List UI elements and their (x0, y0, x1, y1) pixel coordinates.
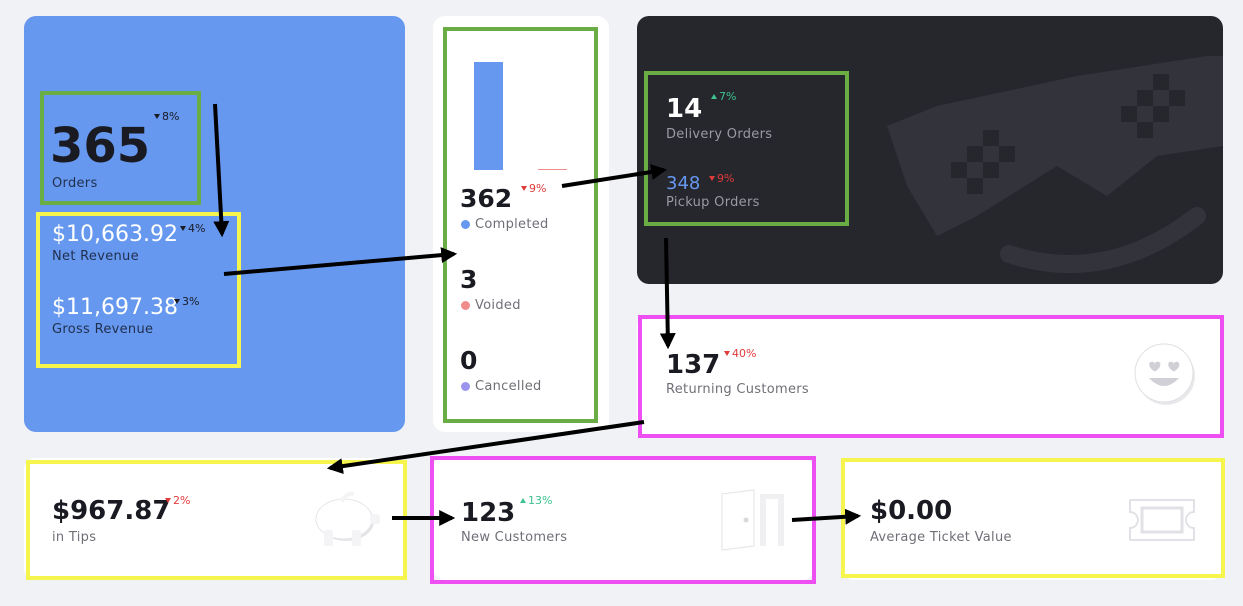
new-customers-highlight-box (430, 456, 816, 584)
revenue-highlight-box (36, 212, 241, 368)
tips-highlight-box (26, 460, 407, 580)
order-status-highlight-box (443, 27, 598, 423)
delivery-pickup-highlight-box (644, 71, 849, 226)
orders-highlight-box (40, 91, 201, 205)
avg-ticket-highlight-box (841, 458, 1225, 578)
returning-highlight-box (638, 315, 1224, 438)
